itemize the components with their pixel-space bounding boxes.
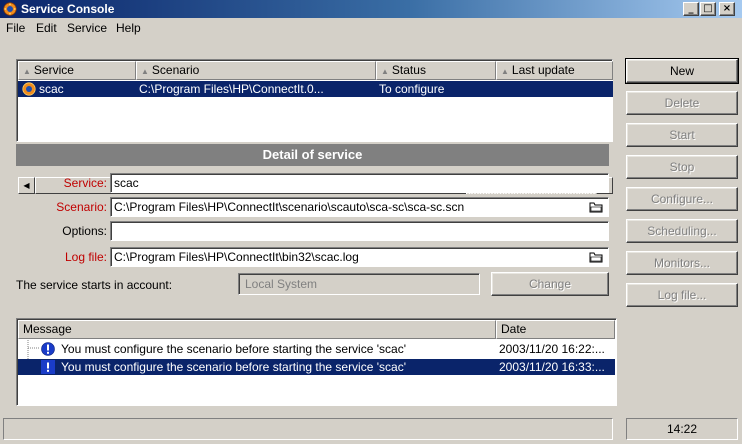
options-field[interactable] <box>110 221 609 241</box>
title-bar[interactable]: Service Console _ □ × <box>0 0 742 18</box>
message-row[interactable]: You must configure the scenario before s… <box>18 359 615 375</box>
menu-help[interactable]: Help <box>113 21 144 35</box>
change-account-button[interactable]: Change <box>491 272 609 296</box>
status-bar-clock: 14:22 <box>626 418 738 440</box>
options-label: Options: <box>62 224 107 238</box>
new-button[interactable]: New <box>625 58 739 84</box>
status-bar-panel <box>3 418 613 440</box>
message-text: You must configure the scenario before s… <box>61 360 406 374</box>
message-table[interactable]: Message Date You must configure the scen… <box>16 318 617 406</box>
scenario-cell: C:\Program Files\HP\ConnectIt.0... <box>139 82 324 96</box>
log-file-button[interactable]: Log file... <box>626 283 738 307</box>
service-console-app-icon <box>3 2 17 16</box>
maximize-button[interactable]: □ <box>700 2 716 16</box>
info-icon <box>41 360 55 374</box>
message-date: 2003/11/20 16:33:... <box>499 360 605 374</box>
sort-arrow-icon: ▲ <box>501 67 509 76</box>
service-name-field[interactable]: scac <box>110 173 609 193</box>
window-title: Service Console <box>21 2 115 16</box>
sort-arrow-icon: ▲ <box>23 67 31 76</box>
sort-arrow-icon: ▲ <box>141 67 149 76</box>
info-icon <box>41 342 55 356</box>
column-header-service[interactable]: ▲ Service <box>18 61 136 80</box>
column-header-message[interactable]: Message <box>18 320 496 339</box>
column-header-date[interactable]: Date <box>496 320 615 339</box>
service-cell: scac <box>39 82 64 96</box>
start-button[interactable]: Start <box>626 123 738 147</box>
log-file-label: Log file: <box>64 250 107 264</box>
minimize-button[interactable]: _ <box>683 2 699 16</box>
detail-section-header: Detail of service <box>16 144 609 166</box>
scenario-path-field[interactable]: C:\Program Files\HP\ConnectIt\scenario\s… <box>110 197 609 217</box>
service-table[interactable]: ▲ Service ▲ Scenario ▲ Status ▲ Last update … <box>16 59 613 194</box>
close-button[interactable]: × <box>719 2 735 16</box>
scheduling-button[interactable]: Scheduling... <box>626 219 738 243</box>
menu-bar: File Edit Service Help <box>0 18 742 38</box>
sort-arrow-icon: ▲ <box>381 67 389 76</box>
service-gear-icon <box>22 82 36 96</box>
column-header-status[interactable]: ▲ Status <box>376 61 496 80</box>
account-label: The service starts in account: <box>16 278 173 292</box>
status-cell: To configure <box>379 82 445 96</box>
scenario-label: Scenario: <box>56 200 107 214</box>
configure-button[interactable]: Configure... <box>626 187 738 211</box>
account-field: Local System <box>238 273 480 295</box>
log-file-path-field[interactable]: C:\Program Files\HP\ConnectIt\bin32\scac… <box>110 247 609 267</box>
browse-folder-icon[interactable] <box>589 251 603 263</box>
column-header-last-update[interactable]: ▲ Last update <box>496 61 613 80</box>
service-label: Service: <box>63 176 107 190</box>
message-date: 2003/11/20 16:22:... <box>499 342 605 356</box>
message-row[interactable]: You must configure the scenario before s… <box>18 341 615 357</box>
delete-button[interactable]: Delete <box>626 91 738 115</box>
browse-folder-icon[interactable] <box>589 201 603 213</box>
menu-edit[interactable]: Edit <box>33 21 60 35</box>
monitors-button[interactable]: Monitors... <box>626 251 738 275</box>
menu-service[interactable]: Service <box>64 21 110 35</box>
message-text: You must configure the scenario before s… <box>61 342 406 356</box>
menu-file[interactable]: File <box>3 21 28 35</box>
table-row[interactable]: scac C:\Program Files\HP\ConnectIt.0... … <box>18 81 613 97</box>
stop-button[interactable]: Stop <box>626 155 738 179</box>
column-header-scenario[interactable]: ▲ Scenario <box>136 61 376 80</box>
